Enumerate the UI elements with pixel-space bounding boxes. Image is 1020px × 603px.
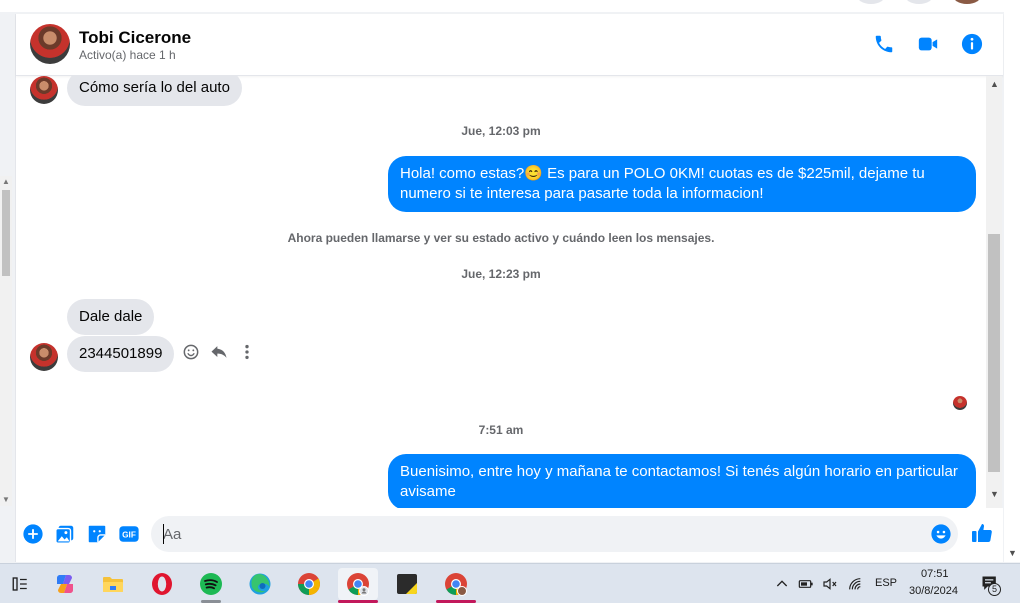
thumbs-up-icon [972,524,992,542]
chrome-icon [298,573,320,595]
timestamp: Jue, 12:03 pm [461,124,541,138]
scroll-down-arrow-icon[interactable]: ▼ [2,496,10,504]
spotify-button[interactable] [191,568,231,603]
task-view-button[interactable] [0,568,40,600]
outgoing-message[interactable]: Hola! como estas?😊 Es para un POLO 0KM! … [388,156,976,212]
smiley-icon [183,344,199,360]
phone-icon [875,35,893,53]
chrome-profile-icon [347,573,369,596]
emoji-smiley-icon [931,524,951,544]
contact-status: Activo(a) hace 1 h [79,48,176,62]
clock-time[interactable]: 07:51 [921,568,949,580]
opera-button[interactable] [142,568,182,600]
message-input[interactable] [151,516,958,552]
scroll-up-arrow-icon[interactable]: ▲ [990,80,999,89]
contact-avatar-small[interactable] [30,76,58,104]
video-call-button[interactable] [917,33,939,55]
chrome-icon [445,573,467,596]
react-emoji-button[interactable] [181,342,201,362]
windows-taskbar: ESP 07:51 30/8/2024 5 [0,563,1020,603]
contact-name[interactable]: Tobi Cicerone [79,28,191,48]
show-hidden-icons-button[interactable] [774,576,790,592]
browser-top-strip [0,0,1020,12]
timestamp: 7:51 am [478,423,524,437]
incoming-message[interactable]: Dale dale [67,299,155,335]
volume-control[interactable] [822,576,838,592]
vertical-dots-icon [245,344,249,360]
battery-status[interactable] [798,576,814,592]
chevron-up-icon [776,580,788,587]
photo-gallery-icon [55,525,74,544]
wifi-icon [849,578,861,590]
contact-avatar-small[interactable] [30,343,58,371]
spotify-icon [200,573,222,595]
incoming-message[interactable]: 2344501899 [67,336,175,372]
seen-indicator-avatar [953,396,967,410]
info-icon [961,33,983,55]
plus-circle-icon [23,524,43,544]
edge-icon [249,573,271,595]
top-button[interactable] [856,0,886,4]
chrome-button[interactable] [289,568,329,600]
video-camera-icon [918,37,938,51]
text-caret [163,524,164,544]
sticky-notes-button[interactable] [387,568,427,600]
opera-icon [152,573,172,595]
folder-icon [103,577,123,592]
svg-text:GIF: GIF [122,531,136,540]
top-button[interactable] [904,0,934,4]
more-options-button[interactable] [237,342,257,362]
chrome-profile-button[interactable] [338,568,378,603]
battery-icon [798,580,813,588]
page-scrollbar-right[interactable]: ▼ [1004,0,1020,562]
task-view-icon [12,577,27,591]
sticky-notes-icon [397,574,417,594]
gif-button[interactable]: GIF [118,523,140,545]
system-notice: Ahora pueden llamarse y ver su estado ac… [287,231,715,245]
message-list-scrollbar[interactable]: ▲ ▼ [986,76,1002,508]
sticker-icon [88,525,106,543]
chat-panel: Tobi Cicerone Activo(a) hace 1 h Cómo se… [15,14,1003,562]
edge-button[interactable] [240,568,280,600]
incoming-message[interactable]: Cómo sería lo del auto [67,76,242,106]
scrollbar-thumb[interactable] [988,234,1000,472]
message-composer: GIF [16,508,1003,562]
scroll-down-arrow-icon[interactable]: ▼ [1008,548,1017,558]
profile-avatar[interactable] [952,0,982,4]
message-list[interactable]: Cómo sería lo del auto Jue, 12:03 pm Hol… [16,76,986,508]
copilot-button[interactable] [45,568,85,600]
emoji-picker-button[interactable] [930,523,952,545]
page-scrollbar-left[interactable]: ▲ ▼ [0,176,12,506]
network-status[interactable] [847,576,863,592]
add-actions-button[interactable] [22,523,44,545]
reply-arrow-icon [211,346,227,358]
copilot-icon [57,575,73,593]
notification-center-button[interactable]: 5 [980,574,1001,596]
conversation-info-button[interactable] [961,33,983,55]
file-explorer-button[interactable] [93,568,133,600]
chrome-window-button[interactable] [436,568,476,603]
contact-avatar[interactable] [30,24,70,64]
notification-count-badge: 5 [988,583,1001,596]
phone-call-button[interactable] [873,33,895,55]
outgoing-message[interactable]: Buenisimo, entre hoy y mañana te contact… [388,454,976,508]
app-window: ▲ ▼ Tobi Cicerone Activo(a) hace 1 h Cóm… [0,0,1020,603]
scrollbar-thumb[interactable] [2,190,10,276]
sticker-button[interactable] [86,523,108,545]
gif-icon: GIF [119,526,139,542]
scroll-down-arrow-icon[interactable]: ▼ [990,490,999,499]
clock-date[interactable]: 30/8/2024 [909,585,958,597]
reply-button[interactable] [209,342,229,362]
speaker-muted-icon [823,578,837,590]
language-indicator[interactable]: ESP [875,577,897,589]
send-like-button[interactable] [970,521,994,545]
chat-header: Tobi Cicerone Activo(a) hace 1 h [16,14,1003,76]
scroll-up-arrow-icon[interactable]: ▲ [2,178,10,186]
attach-photo-button[interactable] [54,523,76,545]
timestamp: Jue, 12:23 pm [461,267,541,281]
